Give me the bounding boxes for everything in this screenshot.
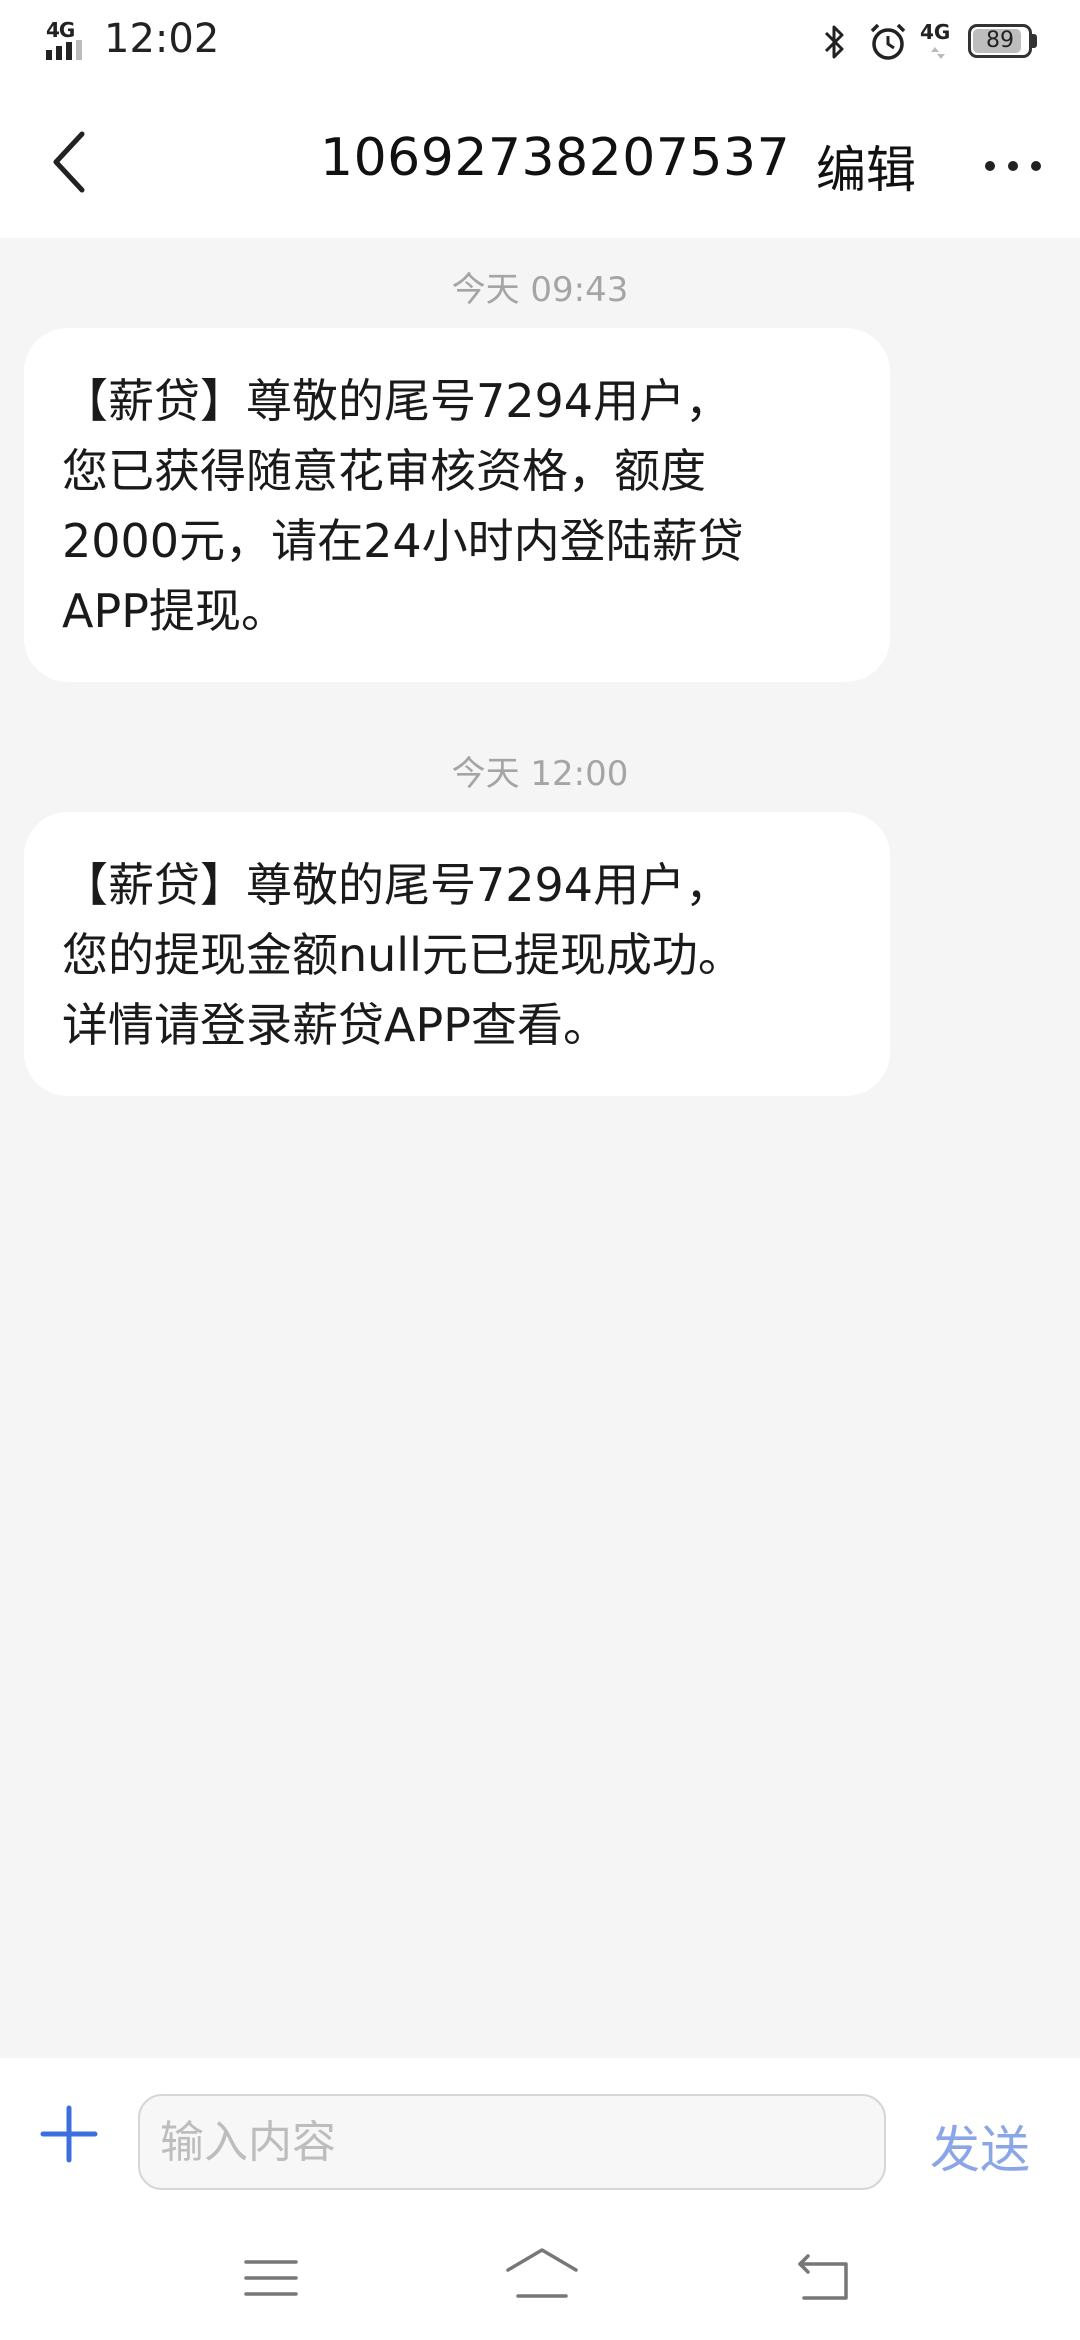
- page-title: 10692738207537: [320, 128, 791, 188]
- edit-button[interactable]: 编辑: [816, 130, 916, 202]
- message-timestamp: 今天 12:00: [451, 754, 629, 794]
- battery-level: 89: [986, 28, 1014, 53]
- message-line: 【薪贷】尊敬的尾号7294用户，: [62, 858, 732, 912]
- message-line: 您已获得随意花审核资格，额度: [62, 444, 706, 498]
- conversation-header: 10692738207537 编辑: [0, 86, 1080, 238]
- message-bubble[interactable]: 【薪贷】尊敬的尾号7294用户， 您已获得随意花审核资格，额度 2000元，请在…: [24, 328, 890, 682]
- network-type-right: 4G: [920, 20, 951, 44]
- battery-icon: 89: [968, 24, 1038, 58]
- send-button[interactable]: 发送: [930, 2110, 1030, 2182]
- compose-bar: 发送: [0, 2058, 1080, 2220]
- message-line: 2000元，请在24小时内登陆薪贷: [62, 514, 744, 568]
- message-input[interactable]: [138, 2094, 886, 2190]
- message-line: APP提现。: [62, 584, 287, 638]
- network-type-label: 4G: [46, 18, 75, 42]
- mobile-data-icon: 4G: [920, 20, 956, 64]
- home-icon[interactable]: [504, 2246, 580, 2302]
- status-icons: 4G 89: [820, 20, 1040, 66]
- plus-icon[interactable]: [38, 2098, 100, 2170]
- back-arrow-icon[interactable]: [796, 2252, 852, 2302]
- message-list[interactable]: 今天 09:43 【薪贷】尊敬的尾号7294用户， 您已获得随意花审核资格，额度…: [0, 238, 1080, 2058]
- alarm-icon: [870, 23, 906, 60]
- status-time: 12:02: [104, 16, 220, 62]
- status-bar: 4G 12:02 4G 89: [0, 0, 1080, 86]
- message-line: 您的提现金额null元已提现成功。: [62, 928, 744, 982]
- bluetooth-icon: [824, 25, 844, 59]
- system-nav-bar: [0, 2220, 1080, 2340]
- signal-icon: 4G: [46, 18, 94, 60]
- message-bubble[interactable]: 【薪贷】尊敬的尾号7294用户， 您的提现金额null元已提现成功。 详情请登录…: [24, 812, 890, 1096]
- chevron-left-icon[interactable]: [40, 122, 110, 202]
- message-timestamp: 今天 09:43: [451, 270, 629, 310]
- menu-icon[interactable]: [244, 2256, 298, 2300]
- more-dots-icon[interactable]: [980, 126, 1050, 206]
- message-line: 详情请登录薪贷APP查看。: [62, 998, 609, 1052]
- message-line: 【薪贷】尊敬的尾号7294用户，: [62, 374, 732, 428]
